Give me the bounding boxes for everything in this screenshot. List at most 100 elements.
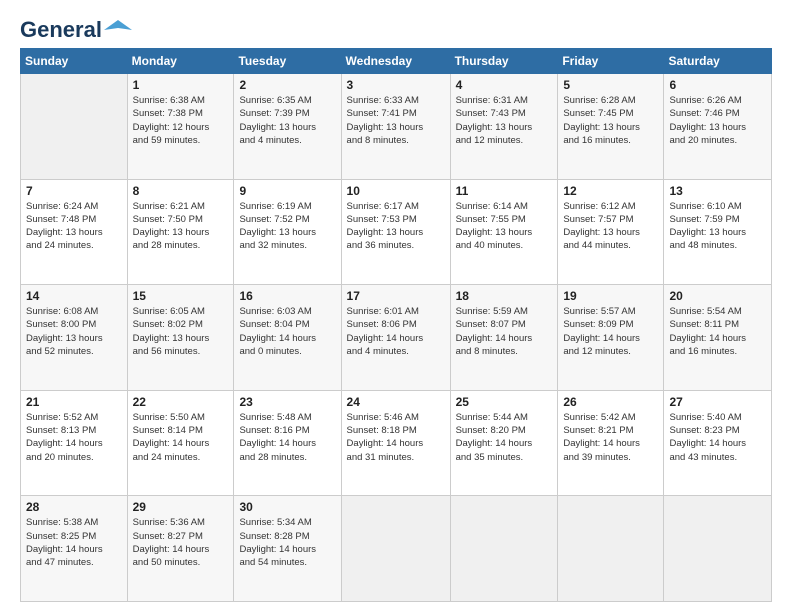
- calendar-cell: 27 Sunrise: 5:40 AMSunset: 8:23 PMDayligh…: [664, 390, 772, 496]
- calendar-cell: 21Sunrise: 5:52 AMSunset: 8:13 PMDayligh…: [21, 390, 128, 496]
- logo-bird-icon: [104, 16, 132, 44]
- calendar-cell: 8 Sunrise: 6:21 AMSunset: 7:50 PMDaylight…: [127, 179, 234, 285]
- day-number: 11: [456, 184, 553, 198]
- calendar-cell: [450, 496, 558, 602]
- calendar-cell: 29 Sunrise: 5:36 AMSunset: 8:27 PMDayligh…: [127, 496, 234, 602]
- day-info: Sunrise: 6:03 AMSunset: 8:04 PMDaylight:…: [239, 305, 335, 358]
- day-info: Sunrise: 6:08 AMSunset: 8:00 PMDaylight:…: [26, 305, 122, 358]
- day-number: 13: [669, 184, 766, 198]
- day-number: 23: [239, 395, 335, 409]
- calendar-cell: 12Sunrise: 6:12 AMSunset: 7:57 PMDayligh…: [558, 179, 664, 285]
- day-number: 24: [347, 395, 445, 409]
- day-number: 10: [347, 184, 445, 198]
- weekday-header-wednesday: Wednesday: [341, 49, 450, 74]
- calendar-cell: 28 Sunrise: 5:38 AMSunset: 8:25 PMDayligh…: [21, 496, 128, 602]
- header: General: [20, 16, 772, 40]
- day-number: 17: [347, 289, 445, 303]
- logo: General: [20, 16, 132, 40]
- calendar-cell: 14 Sunrise: 6:08 AMSunset: 8:00 PMDayligh…: [21, 285, 128, 391]
- calendar-week-row: 28 Sunrise: 5:38 AMSunset: 8:25 PMDayligh…: [21, 496, 772, 602]
- calendar-week-row: 1 Sunrise: 6:38 AMSunset: 7:38 PMDaylight…: [21, 74, 772, 180]
- day-info: Sunrise: 5:59 AMSunset: 8:07 PMDaylight:…: [456, 305, 553, 358]
- calendar-cell: 15Sunrise: 6:05 AMSunset: 8:02 PMDayligh…: [127, 285, 234, 391]
- day-number: 9: [239, 184, 335, 198]
- calendar-cell: 1 Sunrise: 6:38 AMSunset: 7:38 PMDaylight…: [127, 74, 234, 180]
- day-number: 14: [26, 289, 122, 303]
- calendar-cell: 7Sunrise: 6:24 AMSunset: 7:48 PMDaylight…: [21, 179, 128, 285]
- weekday-header-thursday: Thursday: [450, 49, 558, 74]
- weekday-header-monday: Monday: [127, 49, 234, 74]
- calendar-cell: [21, 74, 128, 180]
- day-number: 20: [669, 289, 766, 303]
- day-info: Sunrise: 6:21 AMSunset: 7:50 PMDaylight:…: [133, 200, 229, 253]
- day-info: Sunrise: 5:36 AMSunset: 8:27 PMDaylight:…: [133, 516, 229, 569]
- day-info: Sunrise: 5:48 AMSunset: 8:16 PMDaylight:…: [239, 411, 335, 464]
- calendar-cell: 11Sunrise: 6:14 AMSunset: 7:55 PMDayligh…: [450, 179, 558, 285]
- day-info: Sunrise: 5:54 AMSunset: 8:11 PMDaylight:…: [669, 305, 766, 358]
- calendar-cell: 18 Sunrise: 5:59 AMSunset: 8:07 PMDayligh…: [450, 285, 558, 391]
- day-number: 28: [26, 500, 122, 514]
- day-number: 15: [133, 289, 229, 303]
- day-number: 1: [133, 78, 229, 92]
- day-info: Sunrise: 5:34 AMSunset: 8:28 PMDaylight:…: [239, 516, 335, 569]
- day-info: Sunrise: 5:38 AMSunset: 8:25 PMDaylight:…: [26, 516, 122, 569]
- day-info: Sunrise: 6:10 AMSunset: 7:59 PMDaylight:…: [669, 200, 766, 253]
- calendar-table: SundayMondayTuesdayWednesdayThursdayFrid…: [20, 48, 772, 602]
- day-info: Sunrise: 5:40 AMSunset: 8:23 PMDaylight:…: [669, 411, 766, 464]
- day-info: Sunrise: 5:46 AMSunset: 8:18 PMDaylight:…: [347, 411, 445, 464]
- weekday-header-friday: Friday: [558, 49, 664, 74]
- day-info: Sunrise: 6:33 AMSunset: 7:41 PMDaylight:…: [347, 94, 445, 147]
- calendar-cell: 23 Sunrise: 5:48 AMSunset: 8:16 PMDayligh…: [234, 390, 341, 496]
- day-number: 5: [563, 78, 658, 92]
- calendar-cell: 25 Sunrise: 5:44 AMSunset: 8:20 PMDayligh…: [450, 390, 558, 496]
- day-number: 7: [26, 184, 122, 198]
- weekday-header-sunday: Sunday: [21, 49, 128, 74]
- day-number: 30: [239, 500, 335, 514]
- day-number: 26: [563, 395, 658, 409]
- day-info: Sunrise: 6:28 AMSunset: 7:45 PMDaylight:…: [563, 94, 658, 147]
- day-info: Sunrise: 6:35 AMSunset: 7:39 PMDaylight:…: [239, 94, 335, 147]
- calendar-cell: 22 Sunrise: 5:50 AMSunset: 8:14 PMDayligh…: [127, 390, 234, 496]
- day-number: 18: [456, 289, 553, 303]
- day-number: 19: [563, 289, 658, 303]
- day-number: 8: [133, 184, 229, 198]
- day-number: 12: [563, 184, 658, 198]
- calendar-week-row: 14 Sunrise: 6:08 AMSunset: 8:00 PMDayligh…: [21, 285, 772, 391]
- calendar-cell: 3 Sunrise: 6:33 AMSunset: 7:41 PMDaylight…: [341, 74, 450, 180]
- day-info: Sunrise: 5:50 AMSunset: 8:14 PMDaylight:…: [133, 411, 229, 464]
- calendar-cell: [664, 496, 772, 602]
- calendar-cell: 17Sunrise: 6:01 AMSunset: 8:06 PMDayligh…: [341, 285, 450, 391]
- day-number: 3: [347, 78, 445, 92]
- calendar-cell: 6Sunrise: 6:26 AMSunset: 7:46 PMDaylight…: [664, 74, 772, 180]
- calendar-cell: [558, 496, 664, 602]
- day-number: 6: [669, 78, 766, 92]
- day-info: Sunrise: 5:42 AMSunset: 8:21 PMDaylight:…: [563, 411, 658, 464]
- day-number: 4: [456, 78, 553, 92]
- day-number: 21: [26, 395, 122, 409]
- calendar-cell: [341, 496, 450, 602]
- day-number: 22: [133, 395, 229, 409]
- day-number: 2: [239, 78, 335, 92]
- logo-general: General: [20, 17, 102, 43]
- calendar-cell: 10 Sunrise: 6:17 AMSunset: 7:53 PMDayligh…: [341, 179, 450, 285]
- calendar-cell: 16Sunrise: 6:03 AMSunset: 8:04 PMDayligh…: [234, 285, 341, 391]
- day-info: Sunrise: 6:17 AMSunset: 7:53 PMDaylight:…: [347, 200, 445, 253]
- calendar-week-row: 7Sunrise: 6:24 AMSunset: 7:48 PMDaylight…: [21, 179, 772, 285]
- day-info: Sunrise: 6:31 AMSunset: 7:43 PMDaylight:…: [456, 94, 553, 147]
- calendar-cell: 30 Sunrise: 5:34 AMSunset: 8:28 PMDayligh…: [234, 496, 341, 602]
- weekday-header-tuesday: Tuesday: [234, 49, 341, 74]
- calendar-cell: 2 Sunrise: 6:35 AMSunset: 7:39 PMDaylight…: [234, 74, 341, 180]
- page: General SundayMondayTuesdayWednesdayThur…: [0, 0, 792, 612]
- day-info: Sunrise: 5:44 AMSunset: 8:20 PMDaylight:…: [456, 411, 553, 464]
- calendar-header-row: SundayMondayTuesdayWednesdayThursdayFrid…: [21, 49, 772, 74]
- day-number: 29: [133, 500, 229, 514]
- day-info: Sunrise: 6:19 AMSunset: 7:52 PMDaylight:…: [239, 200, 335, 253]
- day-number: 25: [456, 395, 553, 409]
- weekday-header-saturday: Saturday: [664, 49, 772, 74]
- day-number: 27: [669, 395, 766, 409]
- calendar-cell: 20 Sunrise: 5:54 AMSunset: 8:11 PMDayligh…: [664, 285, 772, 391]
- day-info: Sunrise: 6:38 AMSunset: 7:38 PMDaylight:…: [133, 94, 229, 147]
- calendar-cell: 26 Sunrise: 5:42 AMSunset: 8:21 PMDayligh…: [558, 390, 664, 496]
- calendar-cell: 19 Sunrise: 5:57 AMSunset: 8:09 PMDayligh…: [558, 285, 664, 391]
- day-info: Sunrise: 5:57 AMSunset: 8:09 PMDaylight:…: [563, 305, 658, 358]
